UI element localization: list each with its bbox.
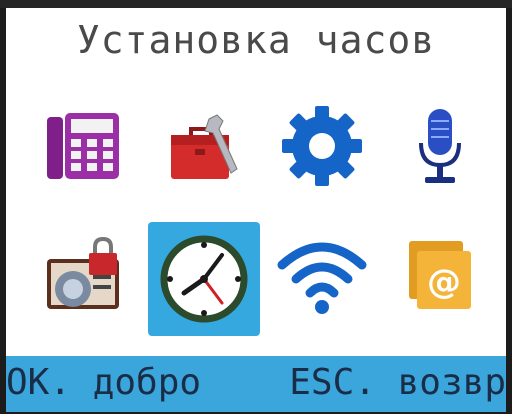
- menu-item-contacts[interactable]: [30, 226, 134, 326]
- softkey-back[interactable]: ESC. возвр: [289, 362, 506, 403]
- screen-bezel: [0, 0, 512, 8]
- menu-item-wifi[interactable]: [270, 226, 374, 326]
- softkey-bar: OK. добро ESC. возвр: [6, 356, 506, 412]
- menu-item-recorder[interactable]: [388, 96, 492, 196]
- email-folder-icon: @: [409, 241, 471, 309]
- contact-card-icon: [47, 237, 119, 309]
- menu-item-tools[interactable]: [152, 96, 256, 196]
- menu-item-email[interactable]: @: [388, 226, 492, 326]
- svg-text:@: @: [427, 262, 461, 302]
- gear-icon: [282, 106, 362, 186]
- wifi-icon: [277, 242, 367, 314]
- clock-icon: [160, 235, 248, 323]
- menu-item-settings[interactable]: [270, 96, 374, 196]
- microphone-icon: [419, 109, 461, 183]
- toolbox-icon: [171, 114, 238, 179]
- softkey-ok[interactable]: OK. добро: [6, 362, 201, 403]
- menu-item-phone[interactable]: [30, 96, 134, 196]
- device-screen: Установка часов @ OK. добро ESC. возвр: [6, 8, 506, 412]
- phone-icon: [47, 113, 119, 179]
- menu-item-clock-settings[interactable]: [148, 222, 260, 336]
- page-title: Установка часов: [76, 18, 436, 62]
